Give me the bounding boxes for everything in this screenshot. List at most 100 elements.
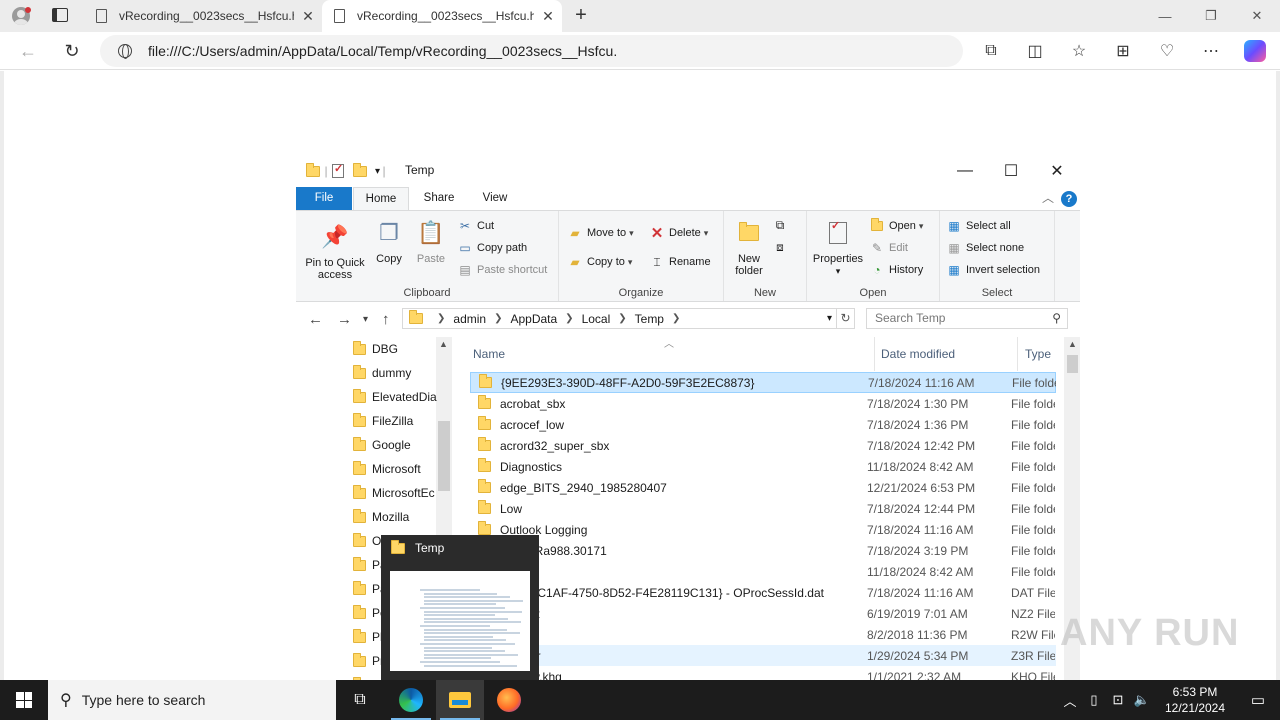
tab-share[interactable]: Share: [411, 187, 467, 210]
column-header-type[interactable]: Type: [1025, 337, 1065, 371]
file-row[interactable]: acrord32_super_sbx 7/18/2024 12:42 PM File…: [470, 435, 1056, 456]
collapse-ribbon-icon[interactable]: ︿: [1042, 189, 1054, 206]
maximize-icon[interactable]: ☐: [988, 155, 1034, 187]
file-row[interactable]: {9EE293E3-390D-48FF-A2D0-59F3E2EC8873} 7/…: [470, 372, 1056, 393]
file-row[interactable]: Rar$DRa988.30171 7/18/2024 3:19 PM File fo…: [470, 540, 1056, 561]
copy-path-button[interactable]: ▭ Copy path: [457, 240, 527, 256]
column-header-date[interactable]: Date modified: [881, 337, 1011, 371]
nav-item[interactable]: FileZilla: [353, 409, 437, 433]
network-icon[interactable]: ⊡: [1106, 692, 1130, 708]
clock[interactable]: 6:53 PM 12/21/2024: [1154, 684, 1236, 716]
file-scroll-thumb[interactable]: [1067, 355, 1078, 373]
file-row[interactable]: Outlook Logging 7/18/2024 11:16 AM File fo…: [470, 519, 1056, 540]
breadcrumb[interactable]: ❯ admin ❯ AppData ❯ Local ❯ Temp ❯ ▾: [402, 308, 837, 329]
easy-access-button[interactable]: ⧈: [772, 239, 792, 255]
open-button[interactable]: Open: [869, 218, 923, 234]
search-input[interactable]: Search Temp ⚲: [866, 308, 1068, 329]
new-item-button[interactable]: ⧉: [772, 217, 792, 233]
start-button[interactable]: [0, 680, 48, 720]
file-row[interactable]: i5pr4xtv.khq1/1/2021 2:32 AMKHQ File: [470, 666, 1056, 680]
nav-item[interactable]: dummy: [353, 361, 437, 385]
refresh-icon[interactable]: ↻: [61, 41, 83, 61]
rename-button[interactable]: ⌶ Rename: [649, 254, 710, 270]
file-row[interactable]: ...ej.nz26/19/2019 7:01 AMNZ2 File: [470, 603, 1056, 624]
tab-file[interactable]: File: [296, 187, 352, 210]
minimize-icon[interactable]: —: [942, 155, 988, 187]
nav-item[interactable]: MicrosoftEc: [353, 481, 437, 505]
nav-item[interactable]: Mozilla: [353, 505, 437, 529]
move-to-button[interactable]: ▰ Move to: [567, 225, 634, 241]
new-tab-button[interactable]: +: [570, 4, 592, 26]
copy-to-button[interactable]: ▰ Copy to: [567, 254, 632, 270]
forward-icon[interactable]: →: [337, 311, 352, 328]
edge-taskbar-button[interactable]: [387, 680, 435, 720]
file-row[interactable]: Diagnostics 11/18/2024 8:42 AM File folder: [470, 456, 1056, 477]
extensions-icon[interactable]: ⧉: [969, 38, 1013, 64]
delete-button[interactable]: ✕ Delete: [649, 225, 708, 242]
recent-locations-icon[interactable]: ▾: [363, 314, 368, 325]
copy-button[interactable]: ❐ Copy: [372, 217, 406, 266]
more-icon[interactable]: ⋯: [1189, 38, 1233, 64]
select-all-button[interactable]: ▦ Select all: [946, 218, 1010, 234]
split-screen-icon[interactable]: ◫: [1013, 38, 1057, 64]
copilot-button[interactable]: [1233, 38, 1277, 64]
breadcrumb-admin[interactable]: admin: [453, 312, 486, 326]
collections-icon[interactable]: ⊞: [1101, 38, 1145, 64]
up-icon[interactable]: ↑: [382, 311, 390, 328]
nav-item[interactable]: Google: [353, 433, 437, 457]
nav-item[interactable]: DBG: [353, 337, 437, 361]
breadcrumb-appdata[interactable]: AppData: [510, 312, 557, 326]
paste-shortcut-button[interactable]: ▤ Paste shortcut: [457, 262, 547, 278]
file-row[interactable]: edge_BITS_2940_1985280407 12/21/2024 6:53…: [470, 477, 1056, 498]
file-row[interactable]: acrocef_low 7/18/2024 1:36 PM File folder: [470, 414, 1056, 435]
invert-selection-button[interactable]: ▦ Invert selection: [946, 262, 1040, 278]
firefox-taskbar-button[interactable]: [485, 680, 533, 720]
taskbar-preview[interactable]: Temp: [381, 535, 539, 680]
refresh-icon[interactable]: ↻: [837, 308, 855, 329]
breadcrumb-local[interactable]: Local: [582, 312, 611, 326]
nav-item[interactable]: Microsoft: [353, 457, 437, 481]
nav-scroll-thumb[interactable]: [438, 421, 450, 491]
browser-tab[interactable]: vRecording__0023secs__Hsfcu.htm ✕: [84, 0, 322, 32]
minimize-icon[interactable]: —: [1142, 0, 1188, 32]
close-tab-icon[interactable]: ✕: [534, 8, 562, 25]
breadcrumb-temp[interactable]: Temp: [635, 312, 664, 326]
notifications-icon[interactable]: ▭: [1236, 691, 1280, 709]
new-folder-button[interactable]: New folder: [728, 217, 770, 277]
taskbar-search[interactable]: ⚲ Type here to search: [48, 680, 336, 720]
file-row[interactable]: VBE11/18/2024 8:42 AMFile folder: [470, 561, 1056, 582]
tab-actions-icon[interactable]: [52, 8, 68, 22]
file-row[interactable]: Low 7/18/2024 12:44 PM File folder: [470, 498, 1056, 519]
tab-view[interactable]: View: [467, 187, 523, 210]
column-header-name[interactable]: Name: [473, 337, 873, 371]
close-icon[interactable]: ✕: [1034, 155, 1080, 187]
help-icon[interactable]: ?: [1061, 191, 1077, 207]
edit-button[interactable]: ✎ Edit: [869, 240, 908, 256]
file-row[interactable]: ...0.r2w8/2/2018 11:36 PMR2W File: [470, 624, 1056, 645]
pin-quick-access-button[interactable]: 📌 Pin to Quick access: [300, 221, 370, 282]
chevron-down-icon[interactable]: ▾: [827, 313, 832, 324]
chevron-up-icon[interactable]: ︿: [1058, 691, 1082, 710]
favorites-icon[interactable]: ☆: [1057, 38, 1101, 64]
cut-button[interactable]: ✂ Cut: [457, 218, 494, 234]
back-icon[interactable]: ←: [308, 311, 323, 328]
history-button[interactable]: ◔ History: [869, 262, 923, 278]
file-row[interactable]: ...dz.z3r1/29/2024 5:34 PMZ3R File: [470, 645, 1056, 666]
task-view-icon[interactable]: ⧉: [336, 680, 384, 720]
paste-button[interactable]: 📋 Paste: [412, 217, 450, 266]
profile-button[interactable]: [8, 4, 34, 28]
browser-tab-active[interactable]: vRecording__0023secs__Hsfcu.htm ✕: [322, 0, 562, 32]
volume-icon[interactable]: 🔈: [1130, 692, 1154, 708]
close-tab-icon[interactable]: ✕: [294, 8, 322, 25]
nav-item[interactable]: ElevatedDia: [353, 385, 437, 409]
properties-quick-icon[interactable]: [332, 162, 344, 178]
select-none-button[interactable]: ▦ Select none: [946, 240, 1024, 256]
battery-icon[interactable]: ▯: [1082, 692, 1106, 708]
address-bar[interactable]: file:///C:/Users/admin/AppData/Local/Tem…: [100, 35, 963, 67]
tab-home[interactable]: Home: [353, 187, 409, 210]
back-icon[interactable]: ←: [17, 41, 39, 61]
performance-icon[interactable]: ♡: [1145, 38, 1189, 64]
new-folder-quick-icon[interactable]: [353, 162, 367, 177]
file-row[interactable]: {...96E-C1AF-4750-8D52-F4E28119C131} - O…: [470, 582, 1056, 603]
properties-button[interactable]: Properties ▾: [809, 217, 867, 277]
